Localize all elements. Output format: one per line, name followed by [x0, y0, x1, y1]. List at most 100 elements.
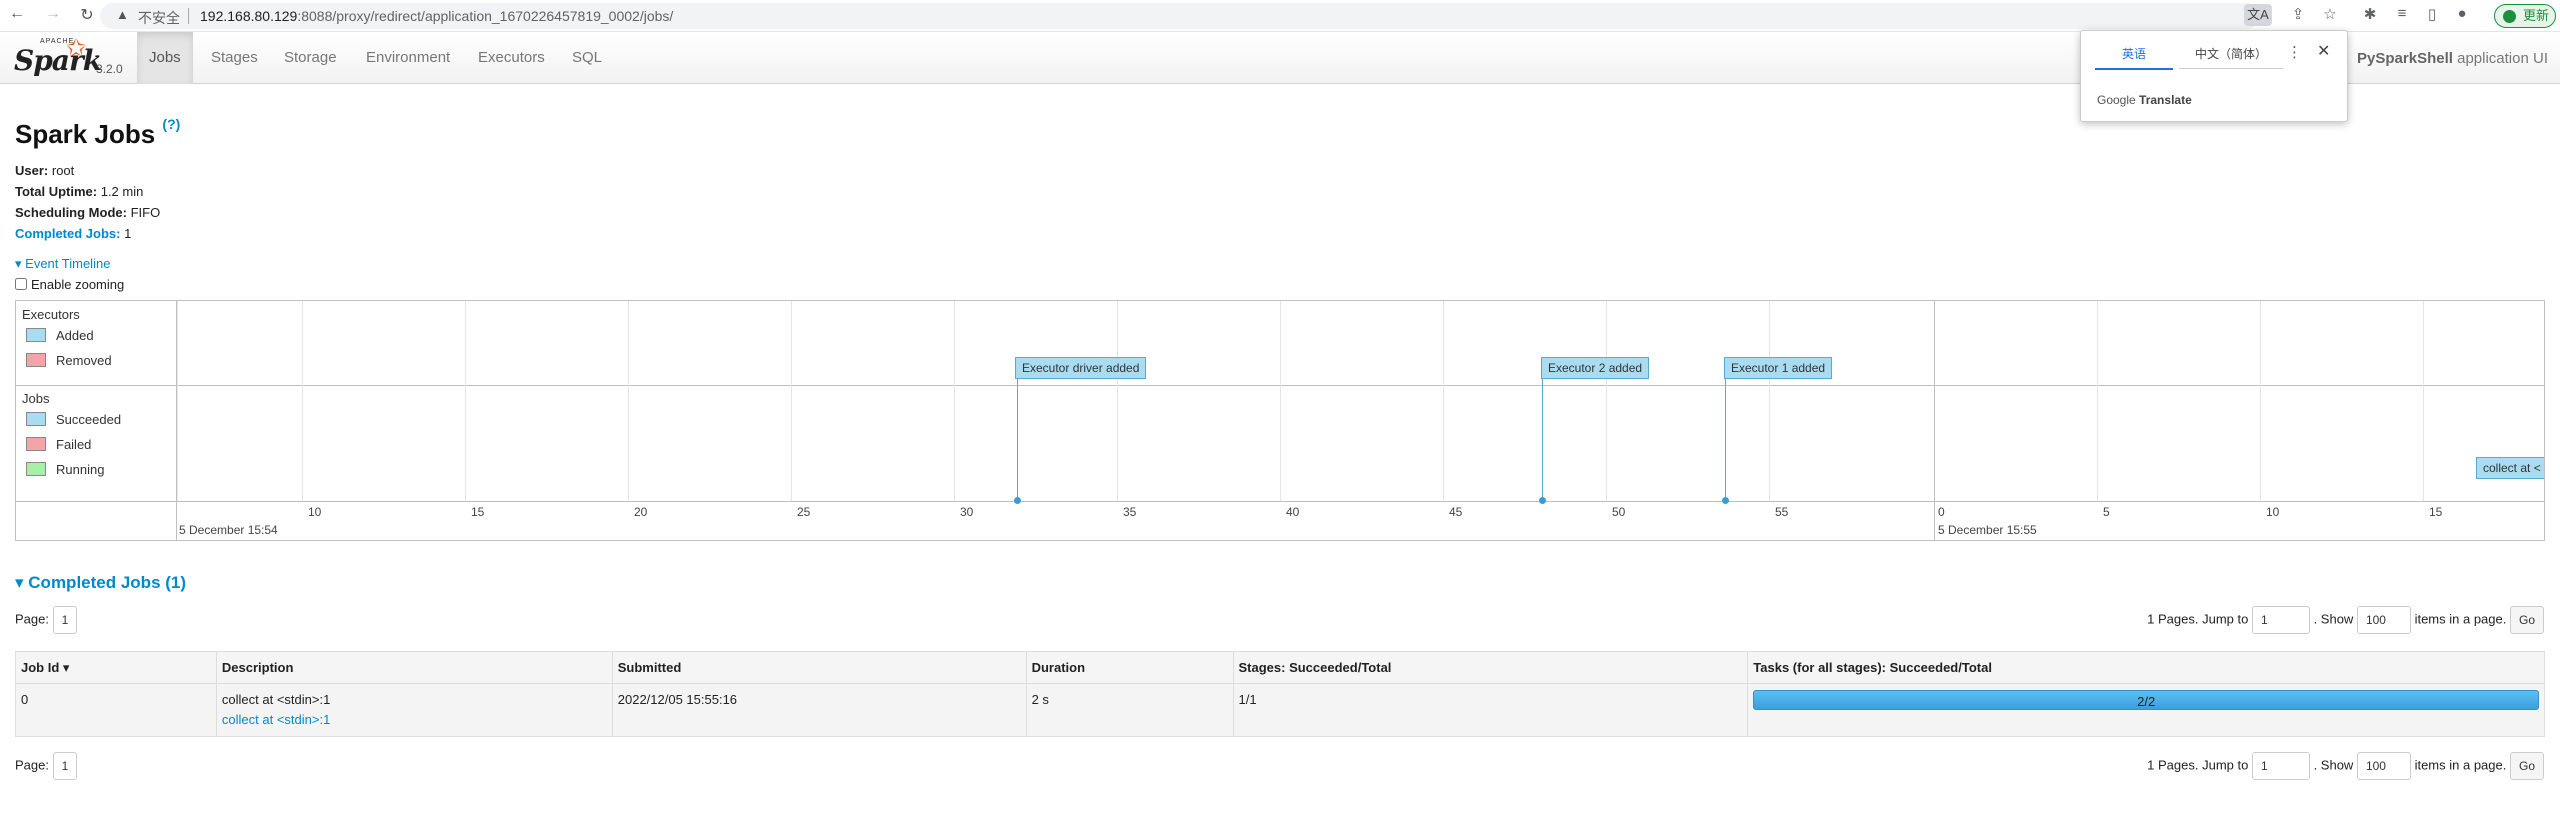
close-icon[interactable]: ✕: [2317, 41, 2330, 61]
forward-icon[interactable]: →: [42, 5, 64, 23]
completed-jobs-header[interactable]: ▾ Completed Jobs (1): [15, 573, 186, 593]
tab-stages[interactable]: Stages: [199, 32, 270, 84]
tab-sql[interactable]: SQL: [560, 32, 614, 84]
uptime-value: 1.2 min: [100, 184, 144, 199]
jump-to-page-input[interactable]: 1: [2251, 606, 2310, 634]
column-duration[interactable]: Duration: [1025, 651, 1234, 684]
timeline-gridline: [1280, 301, 1281, 501]
side-panel-icon[interactable]: ▯: [2422, 5, 2442, 23]
timeline-gridline: [1606, 301, 1607, 501]
table-header-row: Job Id ▾ Description Submitted Duration …: [15, 651, 2545, 684]
timeline-axis-separator: [16, 501, 2544, 502]
legend-failed: Failed: [26, 437, 91, 452]
legend-succeeded-swatch: [26, 412, 46, 426]
timeline-gridline: [1769, 301, 1770, 501]
axis-tick: 30: [960, 505, 974, 519]
legend-running: Running: [26, 462, 104, 477]
tab-environment[interactable]: Environment: [354, 32, 462, 84]
update-button[interactable]: 更新: [2494, 4, 2556, 28]
url-text[interactable]: 192.168.80.129:8088/proxy/redirect/appli…: [200, 8, 673, 24]
enable-zooming-label: Enable zooming: [31, 277, 125, 292]
pager-bottom-left: Page: 1: [15, 752, 78, 780]
tab-storage[interactable]: Storage: [272, 32, 349, 84]
back-icon[interactable]: ←: [6, 5, 28, 23]
bookmark-star-icon[interactable]: ☆: [2320, 5, 2340, 23]
timeline-gridline: [465, 301, 466, 501]
translate-lang-chinese[interactable]: 中文（简体）: [2179, 45, 2283, 69]
page-number-link[interactable]: 1: [52, 606, 78, 634]
translate-icon[interactable]: 文A: [2244, 4, 2272, 26]
more-options-icon[interactable]: ⋮: [2287, 43, 2302, 61]
column-job-id[interactable]: Job Id ▾: [15, 651, 217, 684]
translate-brand: Google Translate: [2097, 93, 2192, 107]
event-executor-1-added[interactable]: Executor 1 added: [1724, 357, 1833, 379]
warning-icon: ▲: [116, 7, 129, 22]
axis-tick: 10: [308, 505, 322, 519]
logo-wordmark: Spark: [14, 44, 102, 77]
legend-removed-label: Removed: [56, 353, 112, 368]
event-timeline[interactable]: Executors Added Removed Jobs Succeeded F…: [15, 300, 2545, 541]
triangle-down-icon: ▾: [15, 256, 22, 271]
completed-jobs-link[interactable]: Completed Jobs:: [15, 226, 120, 241]
timeline-gridline: [1443, 301, 1444, 501]
page-label: Page:: [15, 611, 49, 627]
go-button[interactable]: Go: [2509, 752, 2544, 780]
translate-lang-english[interactable]: 英语: [2095, 45, 2173, 70]
axis-tick: 20: [634, 505, 648, 519]
pages-text: 1 Pages. Jump to: [2147, 611, 2249, 627]
timeline-gridline: [1117, 301, 1118, 501]
event-marker-line: [1725, 358, 1726, 501]
enable-zooming-checkbox[interactable]: [15, 278, 27, 290]
event-marker-dot: [1014, 497, 1021, 504]
legend-running-label: Running: [56, 462, 105, 477]
column-tasks[interactable]: Tasks (for all stages): Succeeded/Total: [1747, 651, 2545, 684]
timeline-gridline: [2423, 301, 2424, 501]
reading-list-icon[interactable]: ≡: [2392, 5, 2412, 22]
help-link[interactable]: (?): [162, 116, 180, 132]
event-timeline-label: Event Timeline: [25, 256, 111, 271]
page-number-link[interactable]: 1: [52, 752, 78, 780]
show-text: . Show: [2313, 757, 2354, 773]
triangle-down-icon: ▾: [15, 573, 24, 592]
update-icon: [2503, 10, 2516, 23]
address-separator: [188, 8, 189, 24]
share-icon[interactable]: ⇪: [2288, 5, 2308, 23]
event-executor-driver-added[interactable]: Executor driver added: [1015, 357, 1147, 379]
tab-jobs[interactable]: Jobs: [137, 32, 193, 84]
extensions-icon[interactable]: ✱: [2360, 5, 2380, 23]
reload-icon[interactable]: ↻: [76, 5, 98, 25]
event-job-collect[interactable]: collect at <: [2476, 457, 2544, 479]
axis-tick: 55: [1775, 505, 1789, 519]
event-marker-line: [1542, 358, 1543, 501]
event-marker-line: [1017, 358, 1018, 501]
event-marker-dot: [1722, 497, 1729, 504]
event-timeline-toggle[interactable]: ▾ Event Timeline: [15, 256, 110, 272]
page-size-input[interactable]: 100: [2356, 606, 2411, 634]
address-bar[interactable]: ▲ 不安全 192.168.80.129:8088/proxy/redirect…: [100, 3, 2260, 29]
job-id-cell: 0: [15, 683, 217, 737]
browser-toolbar: ← → ↻ ▲ 不安全 192.168.80.129:8088/proxy/re…: [0, 0, 2560, 32]
profile-icon[interactable]: ●: [2452, 5, 2472, 22]
description-link[interactable]: collect at <stdin>:1: [222, 710, 607, 730]
completed-jobs-count: 1: [124, 226, 132, 241]
column-submitted[interactable]: Submitted: [611, 651, 1027, 684]
tasks-cell: 2/2: [1747, 683, 2545, 737]
tab-executors[interactable]: Executors: [466, 32, 557, 84]
stages-cell: 1/1: [1232, 683, 1749, 737]
items-text: items in a page.: [2414, 757, 2507, 773]
pages-text: 1 Pages. Jump to: [2147, 757, 2249, 773]
items-text: items in a page.: [2414, 611, 2507, 627]
column-stages[interactable]: Stages: Succeeded/Total: [1232, 651, 1749, 684]
timeline-gridline: [302, 301, 303, 501]
go-button[interactable]: Go: [2509, 606, 2544, 634]
axis-tick: 40: [1286, 505, 1300, 519]
page-size-input[interactable]: 100: [2356, 752, 2411, 780]
column-description[interactable]: Description: [215, 651, 613, 684]
legend-failed-label: Failed: [56, 437, 92, 452]
timeline-gridline: [2097, 301, 2098, 501]
event-executor-2-added[interactable]: Executor 2 added: [1541, 357, 1650, 379]
app-name: PySparkShell: [2357, 50, 2453, 67]
jump-to-page-input[interactable]: 1: [2251, 752, 2310, 780]
legend-running-swatch: [26, 462, 46, 476]
legend-succeeded-label: Succeeded: [56, 412, 122, 427]
